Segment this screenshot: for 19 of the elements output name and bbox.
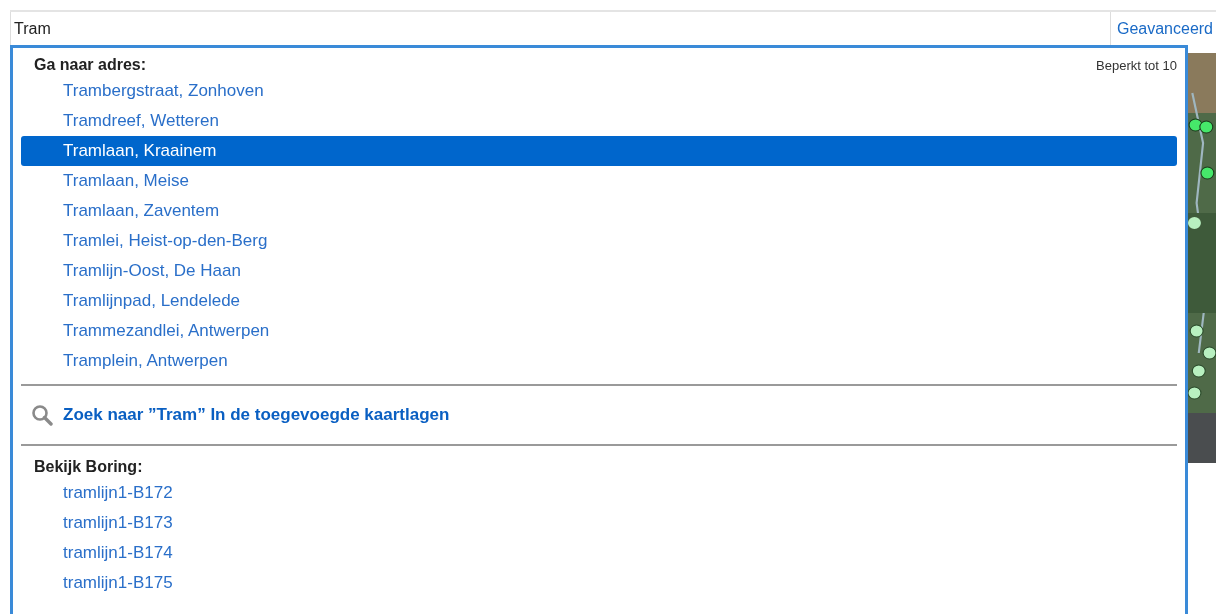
boring-suggestion[interactable]: tramlijn1-B172 xyxy=(21,478,1177,508)
address-suggestion[interactable]: Tramdreef, Wetteren xyxy=(21,106,1177,136)
address-suggestion[interactable]: Trammezandlei, Antwerpen xyxy=(21,316,1177,346)
address-suggestion[interactable]: Trambergstraat, Zonhoven xyxy=(21,76,1177,106)
layer-search-link[interactable]: Zoek naar ”Tram” In de toegevoegde kaartlagen xyxy=(63,405,450,425)
address-suggestion[interactable]: Tramlijn-Oost, De Haan xyxy=(21,256,1177,286)
search-icon xyxy=(31,404,53,426)
address-suggestion[interactable]: Tramlijnpad, Lendelede xyxy=(21,286,1177,316)
boring-suggestion[interactable]: tramlijn1-B175 xyxy=(21,568,1177,598)
address-suggestion[interactable]: Tramlaan, Zaventem xyxy=(21,196,1177,226)
boring-suggestion[interactable]: tramlijn1-B173 xyxy=(21,508,1177,538)
boring-suggestion[interactable]: tramlijn1-B174 xyxy=(21,538,1177,568)
section-heading: Ga naar adres: xyxy=(34,56,147,74)
address-suggestion[interactable]: Tramplein, Antwerpen xyxy=(21,346,1177,376)
address-suggestion[interactable]: Tramlaan, Meise xyxy=(21,166,1177,196)
limit-note: Beperkt tot 10 xyxy=(1096,57,1177,73)
address-suggestion[interactable]: Tramlaan, Kraainem xyxy=(21,136,1177,166)
address-suggestion[interactable]: Tramlei, Heist-op-den-Berg xyxy=(21,226,1177,256)
section-heading: Bekijk Boring: xyxy=(34,458,143,476)
